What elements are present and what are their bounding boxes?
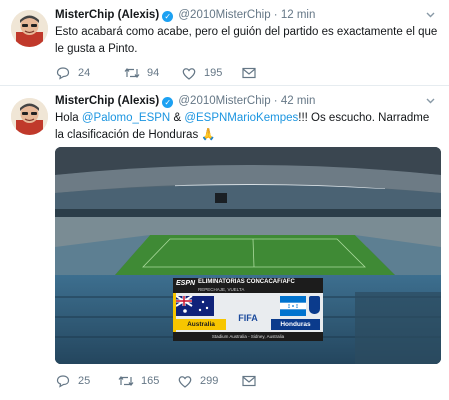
home-team-name: Australia xyxy=(176,319,226,330)
honduras-crest xyxy=(309,296,320,314)
retweet-count: 94 xyxy=(147,67,160,79)
retweet-icon xyxy=(118,376,134,386)
user-handle[interactable]: @2010MisterChip xyxy=(178,95,270,107)
like-button[interactable]: 195 xyxy=(182,67,242,80)
tweet-2[interactable]: MisterChip (Alexis) ✓ @2010MisterChip · 4… xyxy=(0,87,449,400)
venue-bar: Stadium Australia - Sidney, Australia xyxy=(173,332,323,341)
separator: · xyxy=(273,95,278,107)
scoreboard-header: ESPN ELIMINATORIAS CONCACAF/AFC REPECHAJ… xyxy=(173,278,323,293)
scoreboard-title: ELIMINATORIAS CONCACAF/AFC xyxy=(198,279,295,285)
scoreboard-overlay: ESPN ELIMINATORIAS CONCACAF/AFC REPECHAJ… xyxy=(173,278,323,341)
reply-button[interactable]: 24 xyxy=(56,66,124,80)
avatar[interactable] xyxy=(11,98,48,135)
honduras-flag xyxy=(280,296,306,316)
text-amp: & xyxy=(170,112,185,124)
separator: · xyxy=(273,9,278,21)
envelope-icon xyxy=(242,67,256,79)
direct-message-button[interactable] xyxy=(242,375,256,387)
mention-link[interactable]: @Palomo_ESPN xyxy=(82,112,170,124)
pray-emoji: 🙏 xyxy=(201,129,216,141)
chevron-down-icon[interactable] xyxy=(425,95,436,109)
like-button[interactable]: 299 xyxy=(178,375,242,388)
chevron-down-icon[interactable] xyxy=(425,9,436,23)
verified-badge-icon: ✓ xyxy=(162,97,174,108)
heart-icon xyxy=(178,375,192,388)
reply-icon xyxy=(56,375,70,388)
tweet-actions: 25 165 299 xyxy=(56,374,256,388)
retweet-count: 165 xyxy=(141,375,160,387)
timestamp[interactable]: 42 min xyxy=(281,95,316,107)
envelope-icon xyxy=(242,375,256,387)
reply-count: 25 xyxy=(78,375,91,387)
fifa-logo: FIFA xyxy=(238,313,258,323)
retweet-icon xyxy=(124,68,140,78)
tweet-header: MisterChip (Alexis) ✓ @2010MisterChip · 1… xyxy=(55,9,315,22)
reply-count: 24 xyxy=(78,67,91,79)
tweet-image[interactable]: ESPN ELIMINATORIAS CONCACAF/AFC REPECHAJ… xyxy=(55,147,441,364)
tweet-header: MisterChip (Alexis) ✓ @2010MisterChip · 4… xyxy=(55,95,315,108)
verified-badge-icon: ✓ xyxy=(162,11,174,22)
like-count: 195 xyxy=(204,67,223,79)
user-handle[interactable]: @2010MisterChip xyxy=(178,9,270,21)
timestamp[interactable]: 12 min xyxy=(281,9,316,21)
text-prefix: Hola xyxy=(55,112,82,124)
retweet-button[interactable]: 165 xyxy=(118,374,178,388)
tweet-text: Esto acabará como acabe, pero el guión d… xyxy=(55,26,438,55)
retweet-button[interactable]: 94 xyxy=(124,66,182,80)
like-count: 299 xyxy=(200,375,219,387)
mention-link[interactable]: @ESPNMarioKempes xyxy=(184,112,298,124)
reply-icon xyxy=(56,67,70,80)
reply-button[interactable]: 25 xyxy=(56,374,118,388)
heart-icon xyxy=(182,67,196,80)
espn-logo: ESPN xyxy=(176,280,196,287)
tweet-1[interactable]: MisterChip (Alexis) ✓ @2010MisterChip · 1… xyxy=(0,0,449,86)
display-name[interactable]: MisterChip (Alexis) xyxy=(55,9,159,21)
australia-flag xyxy=(175,295,214,316)
scoreboard-subtitle: REPECHAJE, VUELTA xyxy=(198,287,245,292)
display-name[interactable]: MisterChip (Alexis) xyxy=(55,95,159,107)
direct-message-button[interactable] xyxy=(242,67,256,79)
tweet-text: Hola @Palomo_ESPN & @ESPNMarioKempes!!! … xyxy=(55,110,440,144)
scoreboard-body: FIFA Australia Honduras xyxy=(173,293,323,332)
tweet-actions: 24 94 195 xyxy=(56,66,256,80)
away-team-name: Honduras xyxy=(271,319,320,330)
avatar[interactable] xyxy=(11,10,48,47)
